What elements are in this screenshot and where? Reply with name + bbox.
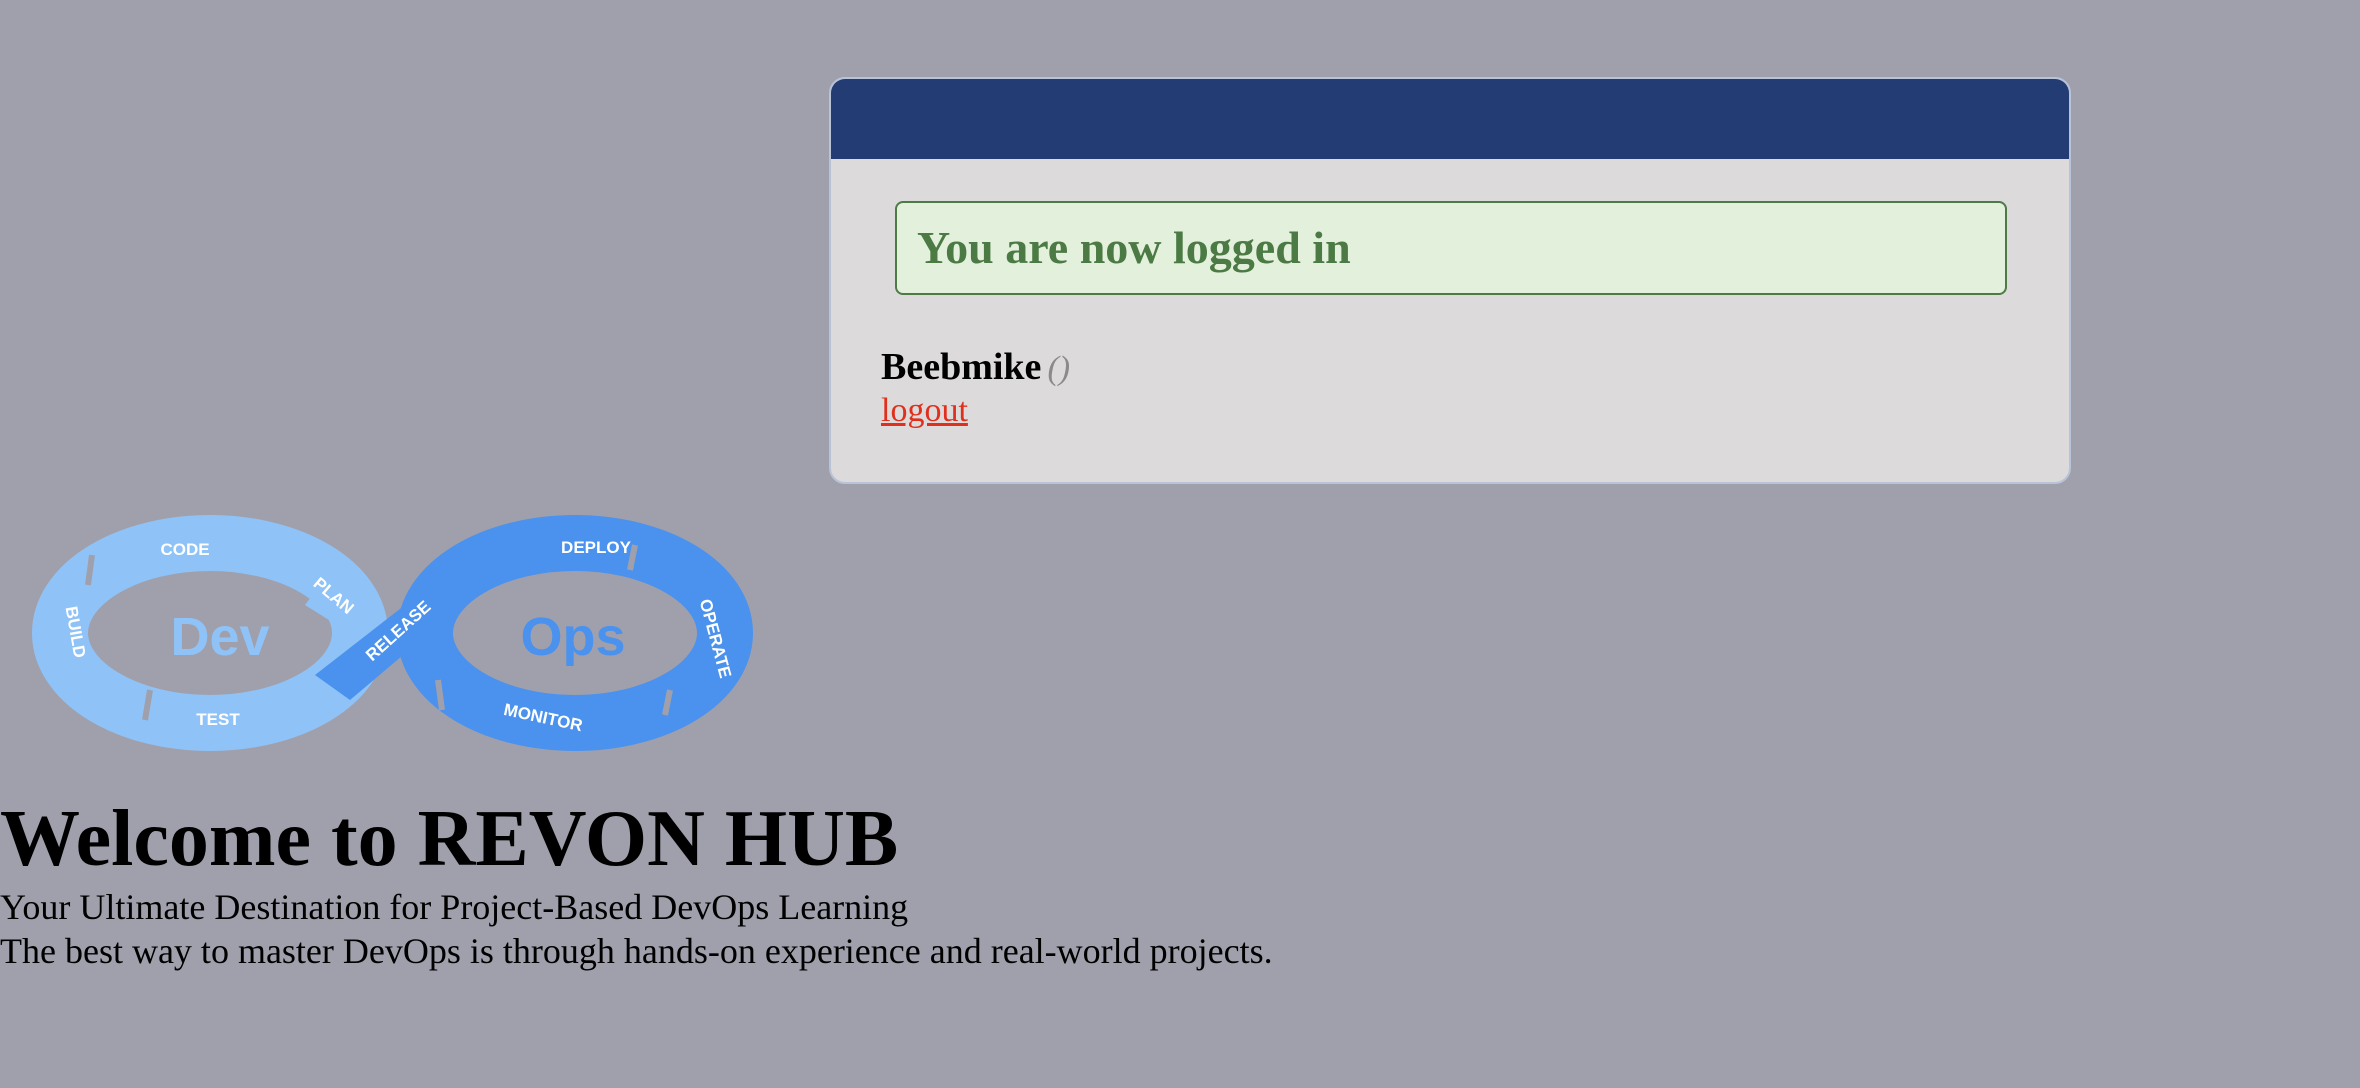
- user-line: Beebmike(): [881, 345, 1070, 391]
- dev-word: Dev: [170, 607, 269, 667]
- panel-header: [831, 79, 2069, 159]
- login-success-alert: You are now logged in: [895, 201, 2007, 295]
- devops-logo: Dev Ops CODE PLAN BUILD TEST RELEASE DEP…: [32, 515, 753, 751]
- login-panel: You are now logged in Beebmike() logout: [829, 77, 2071, 484]
- page: You are now logged in Beebmike() logout …: [0, 0, 2360, 1088]
- stage-code: CODE: [160, 540, 209, 559]
- ops-word: Ops: [520, 607, 625, 667]
- page-tagline: The best way to master DevOps is through…: [0, 931, 1273, 971]
- user-extra: (): [1047, 350, 1071, 387]
- page-title: Welcome to REVON HUB: [0, 795, 899, 883]
- username: Beebmike: [881, 346, 1042, 388]
- stage-test: TEST: [196, 710, 240, 729]
- stage-deploy: DEPLOY: [561, 538, 632, 557]
- logout-link[interactable]: logout: [881, 392, 968, 430]
- page-subtitle: Your Ultimate Destination for Project-Ba…: [0, 887, 909, 927]
